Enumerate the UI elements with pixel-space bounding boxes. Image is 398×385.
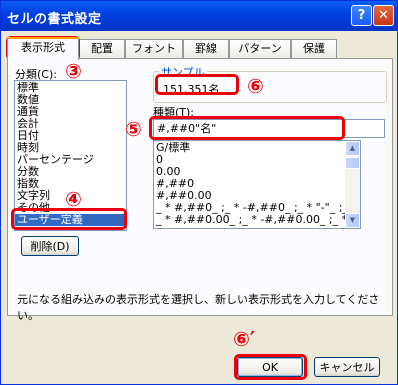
annotation-3: ③: [65, 59, 82, 83]
highlight-sample: [155, 74, 239, 95]
tab-alignment[interactable]: 配置: [79, 39, 125, 58]
scroll-thumb[interactable]: [345, 157, 360, 169]
title-bar[interactable]: セルの書式設定 ? ✕: [1, 1, 397, 31]
annotation-4: ④: [65, 187, 82, 211]
type-item[interactable]: 0: [154, 154, 360, 166]
description-text: 元になる組み込みの表示形式を選択し、新しい表示形式を入力してください。: [17, 293, 380, 322]
highlight-ok: [234, 354, 307, 380]
annotation-5: ⑤: [125, 117, 142, 141]
tab-protection[interactable]: 保護: [291, 39, 337, 58]
annotation-6-prime: ⑥′: [233, 327, 256, 351]
type-item[interactable]: G/標準: [154, 142, 360, 154]
tab-border[interactable]: 罫線: [183, 39, 229, 58]
delete-button[interactable]: 削除(D): [21, 236, 79, 256]
annotation-6: ⑥: [247, 74, 264, 98]
window-title: セルの書式設定: [7, 12, 102, 27]
type-list[interactable]: G/標準 0 0.00 #,##0 #,##0.00 _ * #,##0_ ;_ * -#…: [153, 140, 361, 229]
format-cells-dialog: セルの書式設定 ? ✕ 表示形式 配置 フォント 罫線 パターン 保護 分類(C…: [0, 0, 398, 385]
tab-pattern[interactable]: パターン: [229, 39, 291, 58]
type-list-scrollbar[interactable]: ▲ ▼: [345, 141, 360, 228]
scroll-down-icon[interactable]: ▼: [345, 213, 360, 228]
highlight-type-input: [149, 116, 345, 140]
help-button[interactable]: ?: [351, 5, 372, 26]
highlight-custom: [11, 208, 127, 230]
tab-font[interactable]: フォント: [125, 39, 183, 58]
type-item[interactable]: _ * #,##0.00_ ;_ * -#,##0.00_ ;_ * "-"??: [154, 214, 360, 226]
close-button[interactable]: ✕: [373, 5, 394, 26]
tab-number-format[interactable]: 表示形式: [7, 37, 79, 60]
cancel-button[interactable]: キャンセル: [314, 357, 380, 377]
scroll-up-icon[interactable]: ▲: [345, 141, 360, 156]
